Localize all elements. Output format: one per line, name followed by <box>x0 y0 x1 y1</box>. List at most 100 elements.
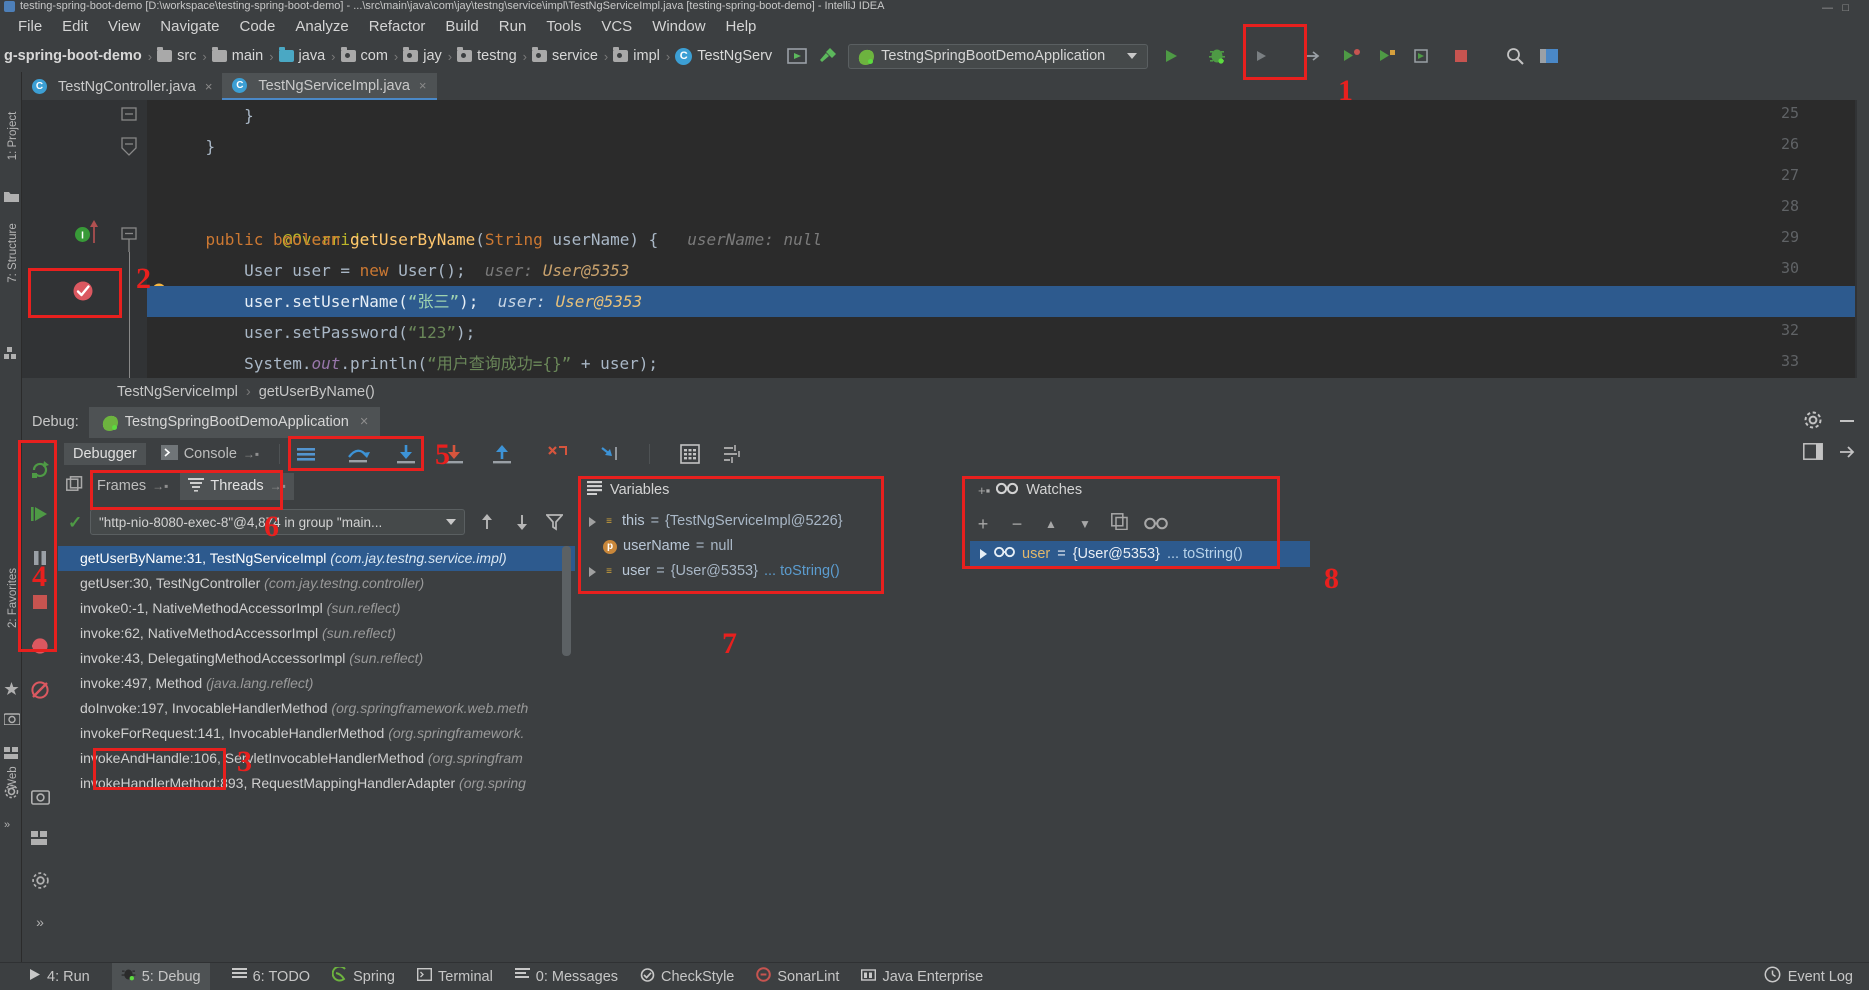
menu-vcs[interactable]: VCS <box>591 16 642 37</box>
breadcrumb-method-name[interactable]: getUserByName() <box>259 384 375 400</box>
stop-button[interactable] <box>22 584 58 620</box>
show-execution-point-icon[interactable] <box>293 441 319 467</box>
event-log-label[interactable]: Event Log <box>1788 969 1853 985</box>
menu-refactor[interactable]: Refactor <box>359 16 436 37</box>
stack-frame-row[interactable]: getUserByName:31, TestNgServiceImpl (com… <box>58 546 575 571</box>
minimize-icon[interactable] <box>1837 410 1857 435</box>
search-icon[interactable] <box>1502 43 1528 69</box>
statusbar-run[interactable]: 4: Run <box>28 968 90 985</box>
breadcrumb-com[interactable]: com › <box>341 48 404 64</box>
stack-frame-row[interactable]: invoke:43, DelegatingMethodAccessorImpl … <box>58 646 575 671</box>
statusbar-terminal[interactable]: Terminal <box>417 968 493 985</box>
attach-icon[interactable] <box>1300 43 1326 69</box>
statusbar-sonarlint[interactable]: SonarLint <box>756 967 839 986</box>
close-icon[interactable]: × <box>205 79 213 94</box>
step-over-icon[interactable] <box>345 441 371 467</box>
step-out-icon[interactable] <box>489 441 515 467</box>
statusbar-messages[interactable]: 0: Messages <box>515 968 618 985</box>
stack-frame-row[interactable]: invokeHandlerMethod:893, RequestMappingH… <box>58 771 575 796</box>
close-icon[interactable]: × <box>360 414 368 430</box>
rerun-button[interactable] <box>1248 43 1274 69</box>
layout-icon[interactable] <box>1536 43 1562 69</box>
statusbar-java-enterprise[interactable]: Java Enterprise <box>861 968 983 985</box>
tab-console[interactable]: Console →▪ <box>152 442 268 467</box>
test-icon[interactable] <box>1410 43 1436 69</box>
sidebar-item-project[interactable]: 1: Project <box>7 101 19 171</box>
expand-triangle-icon[interactable] <box>589 567 596 577</box>
breadcrumb-service[interactable]: service › <box>532 48 613 64</box>
close-icon[interactable]: × <box>419 78 427 93</box>
tab-frames[interactable]: Frames →▪ <box>89 474 176 498</box>
camera-icon[interactable] <box>4 712 19 727</box>
breadcrumb-src[interactable]: src › <box>157 48 212 64</box>
menu-code[interactable]: Code <box>229 16 285 37</box>
menu-window[interactable]: Window <box>642 16 715 37</box>
menu-analyze[interactable]: Analyze <box>285 16 358 37</box>
run-button[interactable] <box>1158 43 1184 69</box>
breadcrumb-class[interactable]: C TestNgServ <box>675 48 772 65</box>
sidebar-item-web[interactable]: Web <box>7 743 19 813</box>
expand-triangle-icon[interactable] <box>589 517 596 527</box>
screenshot-button[interactable] <box>22 778 58 814</box>
coverage-icon[interactable] <box>1338 43 1364 69</box>
maximize-button[interactable]: □ <box>1842 2 1849 13</box>
tab-testngcontroller[interactable]: C TestNgController.java × <box>22 73 222 100</box>
more-icon[interactable]: » <box>4 817 19 832</box>
sidebar-item-favorites[interactable]: 2: Favorites <box>7 563 19 633</box>
run-to-cursor-icon[interactable] <box>597 441 623 467</box>
sidebar-item-structure[interactable]: 7: Structure <box>7 218 19 288</box>
stack-frame-row[interactable]: invoke:497, Method (java.lang.reflect) <box>58 671 575 696</box>
step-into-icon[interactable] <box>393 441 419 467</box>
breakpoint-icon[interactable] <box>72 280 94 302</box>
build-icon[interactable] <box>784 43 810 69</box>
stack-frame-row[interactable]: invokeForRequest:141, InvocableHandlerMe… <box>58 721 575 746</box>
tab-debugger[interactable]: Debugger <box>64 443 146 465</box>
statusbar-checkstyle[interactable]: CheckStyle <box>640 968 734 986</box>
rerun-button[interactable] <box>22 452 58 488</box>
breadcrumb-java[interactable]: java › <box>279 48 341 64</box>
code-text-area[interactable]: } } @Override public boolean getUserByNa… <box>147 100 1869 378</box>
breadcrumb-testng[interactable]: testng › <box>457 48 532 64</box>
layout-button[interactable] <box>22 820 58 856</box>
stack-frame-row[interactable]: invoke0:-1, NativeMethodAccessorImpl (su… <box>58 596 575 621</box>
menu-file[interactable]: File <box>8 16 52 37</box>
statusbar-debug[interactable]: 5: Debug <box>112 963 210 990</box>
expand-icon[interactable] <box>1837 443 1857 466</box>
breadcrumb-impl[interactable]: impl › <box>613 48 675 64</box>
debug-session-tab[interactable]: TestngSpringBootDemoApplication × <box>89 407 381 438</box>
force-step-into-icon[interactable] <box>441 441 467 467</box>
settings-icon[interactable] <box>721 441 747 467</box>
gear-icon[interactable] <box>1803 410 1823 435</box>
resume-program-button[interactable] <box>22 496 58 532</box>
plus-icon[interactable]: +▪ <box>978 483 990 498</box>
hammer-icon[interactable] <box>814 43 840 69</box>
menu-build[interactable]: Build <box>435 16 488 37</box>
minimize-button[interactable]: — <box>1822 2 1833 13</box>
watch-row-user[interactable]: user = {User@5353} ... toString() <box>970 541 1310 567</box>
stack-frame-row[interactable]: invoke:62, NativeMethodAccessorImpl (sun… <box>58 621 575 646</box>
frame-down-button[interactable] <box>511 512 533 532</box>
evaluate-expression-icon[interactable] <box>677 441 703 467</box>
variable-tostring[interactable]: ... toString() <box>764 559 840 584</box>
tab-testngserviceimpl[interactable]: C TestNgServiceImpl.java × <box>222 73 436 100</box>
breadcrumb-jay[interactable]: jay › <box>403 48 457 64</box>
menu-help[interactable]: Help <box>716 16 767 37</box>
pause-program-button[interactable] <box>22 540 58 576</box>
menu-edit[interactable]: Edit <box>52 16 98 37</box>
menu-tools[interactable]: Tools <box>536 16 591 37</box>
statusbar-todo[interactable]: 6: TODO <box>232 968 310 985</box>
pin-icon[interactable]: →▪ <box>243 447 259 461</box>
call-stack-list[interactable]: getUserByName:31, TestNgServiceImpl (com… <box>58 546 575 962</box>
stack-frame-row[interactable]: doInvoke:197, InvocableHandlerMethod (or… <box>58 696 575 721</box>
fold-marker-icon[interactable] <box>120 136 138 158</box>
menu-view[interactable]: View <box>98 16 150 37</box>
menu-navigate[interactable]: Navigate <box>150 16 229 37</box>
move-watch-down-button[interactable]: ▼ <box>1076 517 1094 531</box>
move-watch-up-button[interactable]: ▲ <box>1042 517 1060 531</box>
run-configuration-selector[interactable]: TestngSpringBootDemoApplication <box>848 44 1148 69</box>
tab-threads[interactable]: Threads →▪ <box>180 473 293 500</box>
stack-frame-row[interactable]: getUser:30, TestNgController (com.jay.te… <box>58 571 575 596</box>
frames-scrollbar[interactable] <box>562 546 571 656</box>
breadcrumb-main[interactable]: main › <box>212 48 279 64</box>
remove-watch-button[interactable]: − <box>1008 514 1026 535</box>
